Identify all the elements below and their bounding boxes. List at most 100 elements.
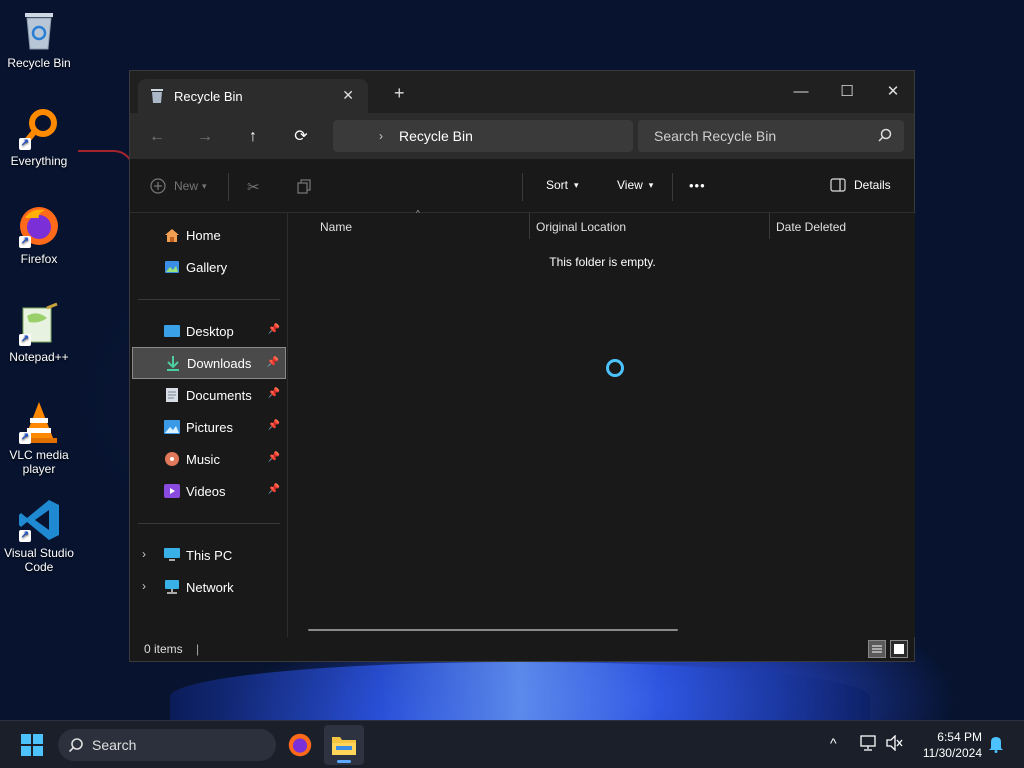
sidebar-item-label: Music xyxy=(186,451,220,467)
sidebar-item-label: Home xyxy=(186,227,221,243)
chevron-down-icon: ▾ xyxy=(574,179,579,190)
refresh-button[interactable]: ⟳ xyxy=(288,125,314,149)
taskbar-firefox[interactable] xyxy=(280,725,320,765)
active-app-indicator xyxy=(337,760,351,763)
column-header-date-deleted[interactable]: Date Deleted xyxy=(776,213,846,241)
sidebar-item-music[interactable]: Music 📌 xyxy=(132,443,286,475)
gallery-icon xyxy=(164,259,180,275)
sidebar-item-label: Gallery xyxy=(186,259,228,275)
pin-icon: 📌 xyxy=(266,357,279,368)
recycle-bin-icon xyxy=(151,89,163,103)
search-icon xyxy=(68,738,83,753)
column-separator[interactable] xyxy=(529,213,530,239)
pin-icon: 📌 xyxy=(267,420,280,431)
column-header-name[interactable]: Name xyxy=(320,213,352,241)
desktop-icon-label: Recycle Bin xyxy=(7,56,71,70)
minimize-button[interactable]: — xyxy=(778,77,824,107)
column-header-original-location[interactable]: Original Location xyxy=(536,213,626,241)
notification-bell-icon[interactable] xyxy=(988,735,1004,756)
separator xyxy=(672,173,673,201)
sidebar-item-label: Documents xyxy=(186,387,252,403)
desktop-icon-firefox[interactable]: ↗ Firefox xyxy=(2,204,76,266)
sidebar-item-videos[interactable]: Videos 📌 xyxy=(132,475,286,507)
cut-button[interactable]: ✂ xyxy=(247,178,260,196)
close-tab-button[interactable]: ✕ xyxy=(342,87,354,104)
tab-title: Recycle Bin xyxy=(174,88,243,104)
taskbar-search-label: Search xyxy=(92,737,137,753)
address-bar[interactable]: › Recycle Bin xyxy=(333,120,633,152)
search-box[interactable]: Search Recycle Bin xyxy=(638,120,904,152)
expand-chevron-icon[interactable]: › xyxy=(142,547,146,561)
up-button[interactable]: ↑ xyxy=(240,125,266,149)
pin-icon: 📌 xyxy=(267,452,280,463)
taskbar-file-explorer[interactable] xyxy=(324,725,364,765)
back-button[interactable]: ← xyxy=(144,125,170,149)
taskbar-search-box[interactable]: Search xyxy=(58,729,276,761)
sidebar-item-this-pc[interactable]: › This PC xyxy=(132,539,286,571)
start-button[interactable] xyxy=(12,725,52,765)
desktop-icon-everything[interactable]: ↗ Everything xyxy=(2,106,76,168)
sidebar-item-gallery[interactable]: Gallery xyxy=(132,251,286,283)
tray-overflow-chevron[interactable]: ^ xyxy=(830,735,837,751)
details-view-toggle[interactable] xyxy=(868,640,886,658)
vlc-cone-icon: ↗ xyxy=(17,400,61,444)
horizontal-scrollbar[interactable] xyxy=(308,629,678,631)
column-separator[interactable] xyxy=(769,213,770,239)
forward-button[interactable]: → xyxy=(192,125,218,149)
desktop-icon-vlc[interactable]: ↗ VLC media player xyxy=(2,400,76,476)
pin-icon: 📌 xyxy=(267,484,280,495)
close-window-button[interactable]: ✕ xyxy=(870,77,916,107)
pin-icon: 📌 xyxy=(267,324,280,335)
network-icon xyxy=(164,579,180,595)
desktop-icon-recycle-bin[interactable]: Recycle Bin xyxy=(2,8,76,70)
breadcrumb-recycle-bin[interactable]: Recycle Bin xyxy=(399,128,473,144)
recycle-bin-icon xyxy=(17,8,61,52)
sidebar-item-pictures[interactable]: Pictures 📌 xyxy=(132,411,286,443)
breadcrumb-chevron-icon[interactable]: › xyxy=(379,129,383,143)
sidebar-item-desktop[interactable]: Desktop 📌 xyxy=(132,315,286,347)
expand-chevron-icon[interactable]: › xyxy=(142,579,146,593)
large-icons-view-toggle[interactable] xyxy=(890,640,908,658)
maximize-button[interactable]: ☐ xyxy=(824,77,870,107)
sidebar-item-downloads[interactable]: Downloads 📌 xyxy=(132,347,286,379)
separator xyxy=(228,173,229,201)
windows-logo-icon xyxy=(21,734,43,756)
sort-button[interactable]: Sort ▾ xyxy=(546,178,579,192)
details-pane-icon xyxy=(830,178,846,192)
scissors-icon: ✂ xyxy=(247,179,260,196)
shortcut-arrow-icon: ↗ xyxy=(19,432,31,444)
more-options-button[interactable]: ••• xyxy=(689,178,706,193)
view-label: View xyxy=(617,178,643,192)
desktop-icon-label: Everything xyxy=(10,154,68,168)
search-icon xyxy=(878,128,892,142)
document-icon xyxy=(164,387,180,403)
new-label: New xyxy=(174,179,199,193)
home-icon xyxy=(164,227,180,243)
sidebar-item-home[interactable]: Home xyxy=(132,219,286,251)
loading-spinner-icon xyxy=(606,359,624,377)
status-bar: 0 items | xyxy=(130,637,914,661)
sidebar-item-network[interactable]: › Network xyxy=(132,571,286,603)
copy-button[interactable] xyxy=(296,178,312,194)
new-tab-button[interactable]: + xyxy=(394,83,405,104)
new-button[interactable]: New ▾ xyxy=(150,178,207,194)
title-bar: Recycle Bin ✕ + — ☐ ✕ xyxy=(130,71,914,113)
view-button[interactable]: View ▾ xyxy=(617,178,653,192)
music-icon xyxy=(164,451,180,467)
sidebar-item-documents[interactable]: Documents 📌 xyxy=(132,379,286,411)
copy-icon xyxy=(297,179,311,194)
desktop-icon-notepadpp[interactable]: ↗ Notepad++ xyxy=(2,302,76,364)
tab-recycle-bin[interactable]: Recycle Bin ✕ xyxy=(138,79,368,113)
desktop-icon-label: Notepad++ xyxy=(9,350,69,364)
details-pane-button[interactable]: Details xyxy=(830,178,891,192)
network-icon[interactable] xyxy=(860,735,878,754)
download-icon xyxy=(165,355,181,371)
desktop-icon-vscode[interactable]: ↗ Visual Studio Code xyxy=(2,498,76,574)
system-clock[interactable]: 6:54 PM 11/30/2024 xyxy=(923,729,982,761)
notepadpp-icon: ↗ xyxy=(17,302,61,346)
chevron-down-icon: ▾ xyxy=(202,180,207,191)
empty-folder-message: This folder is empty. xyxy=(549,255,656,269)
plus-circle-icon xyxy=(150,178,166,194)
shortcut-arrow-icon: ↗ xyxy=(19,236,31,248)
volume-muted-icon[interactable] xyxy=(886,734,904,754)
